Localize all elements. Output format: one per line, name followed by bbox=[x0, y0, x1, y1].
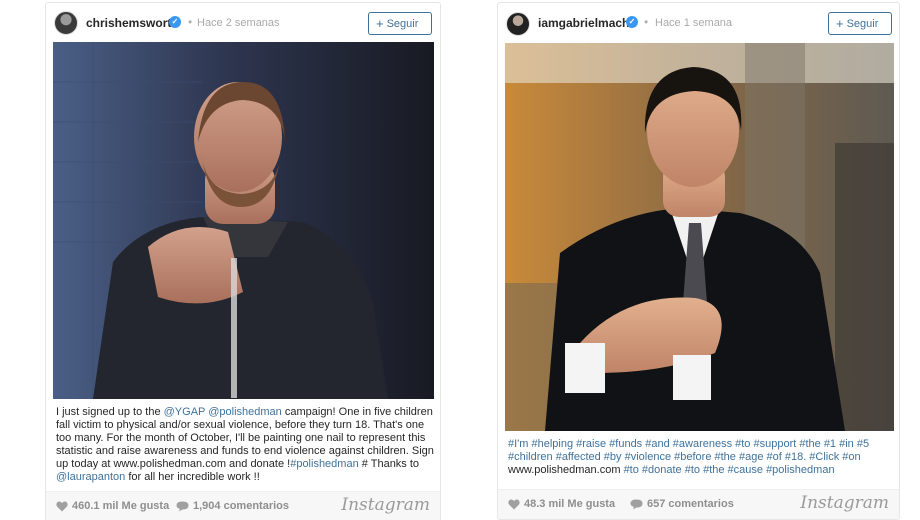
post-caption: #I'm #helping #raise #funds #and #awaren… bbox=[508, 438, 893, 477]
speech-bubble-icon bbox=[630, 499, 643, 509]
post-footer: 460.1 mil Me gusta 1,904 comentarios Ins… bbox=[46, 491, 440, 520]
follow-button[interactable]: + Seguir bbox=[828, 12, 892, 35]
hashtag-link[interactable]: #I'm #helping #raise #funds #and #awaren… bbox=[508, 438, 869, 463]
post-card: iamgabrielmacht ✓ • Hace 1 semana + Segu… bbox=[497, 2, 900, 520]
post-caption: I just signed up to the @YGAP @polishedm… bbox=[56, 406, 434, 484]
likes-count[interactable]: 460.1 mil Me gusta bbox=[56, 500, 169, 512]
comments-label: 1,904 comentarios bbox=[193, 500, 289, 512]
username-link[interactable]: chrishemsworth bbox=[86, 16, 179, 30]
follow-label: Seguir bbox=[386, 17, 419, 30]
comments-label: 657 comentarios bbox=[647, 498, 734, 510]
photo-image bbox=[53, 42, 434, 399]
heart-icon bbox=[56, 500, 68, 511]
post-photo[interactable] bbox=[505, 43, 894, 431]
comments-count[interactable]: 657 comentarios bbox=[630, 498, 734, 510]
caption-segment: for all her incredible work !! bbox=[125, 471, 260, 483]
username-link[interactable]: iamgabrielmacht bbox=[538, 16, 633, 30]
verified-badge-icon: ✓ bbox=[626, 16, 638, 28]
speech-bubble-icon bbox=[176, 501, 189, 511]
post-header: iamgabrielmacht ✓ • Hace 1 semana + Segu… bbox=[498, 3, 899, 43]
caption-segment: www.polishedman.com bbox=[508, 464, 624, 476]
instagram-logo[interactable]: Instagram bbox=[341, 495, 430, 515]
separator-dot: • bbox=[644, 15, 649, 29]
verified-badge-icon: ✓ bbox=[169, 16, 181, 28]
caption-segment: I just signed up to the bbox=[56, 406, 164, 418]
follow-label: Seguir bbox=[846, 17, 879, 30]
avatar[interactable] bbox=[506, 12, 530, 36]
likes-count[interactable]: 48.3 mil Me gusta bbox=[508, 498, 615, 510]
hashtag-link[interactable]: #polishedman bbox=[290, 458, 359, 470]
caption-segment: # Thanks to bbox=[358, 458, 420, 470]
post-footer: 48.3 mil Me gusta 657 comentarios Instag… bbox=[498, 489, 899, 519]
mention-link[interactable]: @polishedman bbox=[208, 406, 282, 418]
likes-label: 460.1 mil Me gusta bbox=[72, 500, 170, 512]
separator-dot: • bbox=[188, 15, 193, 29]
instagram-logo[interactable]: Instagram bbox=[800, 493, 889, 513]
comments-count[interactable]: 1,904 comentarios bbox=[176, 500, 289, 512]
post-time[interactable]: Hace 2 semanas bbox=[197, 17, 280, 29]
follow-button[interactable]: + Seguir bbox=[368, 12, 432, 35]
likes-label: 48.3 mil Me gusta bbox=[524, 498, 616, 510]
avatar[interactable] bbox=[54, 11, 78, 35]
plus-icon: + bbox=[376, 16, 384, 31]
post-card: chrishemsworth ✓ • Hace 2 semanas + Segu… bbox=[45, 2, 441, 520]
post-photo[interactable] bbox=[53, 42, 434, 399]
hashtag-link[interactable]: #to #donate #to #the #cause #polishedman bbox=[624, 464, 835, 476]
post-time[interactable]: Hace 1 semana bbox=[655, 17, 732, 29]
post-header: chrishemsworth ✓ • Hace 2 semanas + Segu… bbox=[46, 3, 440, 43]
photo-image bbox=[505, 43, 894, 431]
plus-icon: + bbox=[836, 16, 844, 31]
mention-link[interactable]: @YGAP bbox=[164, 406, 206, 418]
mention-link[interactable]: @laurapanton bbox=[56, 471, 125, 483]
heart-icon bbox=[508, 498, 520, 509]
